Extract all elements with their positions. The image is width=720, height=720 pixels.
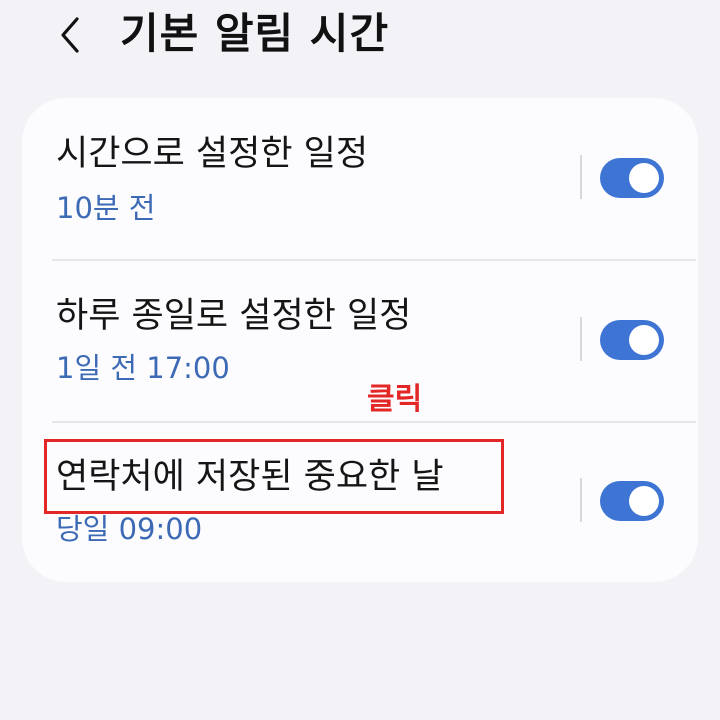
vertical-separator (580, 155, 582, 199)
setting-row-timed-events[interactable]: 시간으로 설정한 일정 10분 전 (22, 98, 698, 260)
setting-row-value: 1일 전 17:00 (56, 351, 230, 385)
header-bar: 기본 알림 시간 (0, 0, 720, 80)
settings-card: 시간으로 설정한 일정 10분 전 하루 종일로 설정한 일정 1일 전 17:… (22, 98, 698, 582)
toggle-switch-on[interactable] (600, 158, 664, 198)
toggle-switch-on[interactable] (600, 320, 664, 360)
setting-row-contact-important-dates[interactable]: 연락처에 저장된 중요한 날 당일 09:00 (22, 422, 698, 582)
back-button[interactable] (48, 10, 92, 60)
click-annotation-label: 클릭 (367, 382, 423, 417)
setting-row-title: 시간으로 설정한 일정 (56, 134, 369, 174)
toggle-knob (629, 163, 659, 193)
page-title: 기본 알림 시간 (120, 9, 390, 58)
setting-row-all-day-events[interactable]: 하루 종일로 설정한 일정 1일 전 17:00 (22, 260, 698, 422)
toggle-knob (629, 486, 659, 516)
setting-row-title: 하루 종일로 설정한 일정 (56, 296, 412, 336)
setting-row-value: 당일 09:00 (56, 512, 203, 546)
vertical-separator (580, 317, 582, 361)
chevron-left-icon (61, 17, 79, 53)
vertical-separator (580, 478, 582, 522)
setting-row-value: 10분 전 (56, 191, 156, 225)
setting-row-title: 연락처에 저장된 중요한 날 (56, 457, 444, 497)
toggle-knob (629, 325, 659, 355)
toggle-switch-on[interactable] (600, 481, 664, 521)
